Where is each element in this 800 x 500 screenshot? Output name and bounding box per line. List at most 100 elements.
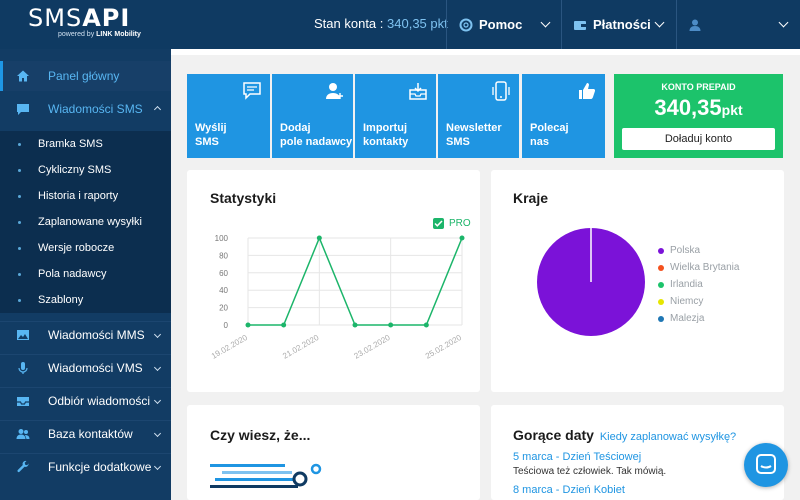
legend-item-ireland[interactable]: Irlandia: [658, 279, 703, 290]
hot-date-description: Teściowa też człowiek. Tak mówią.: [513, 466, 667, 477]
submenu-label: Zaplanowane wysyłki: [38, 216, 142, 228]
countries-title: Kraje: [513, 190, 549, 206]
sidebar-item-label: Funkcje dodatkowe: [48, 460, 152, 474]
tile-label: Polecaj nas: [530, 122, 569, 148]
tile-label: Newsletter SMS: [446, 122, 502, 148]
user-menu[interactable]: [688, 0, 708, 49]
phone-icon: [492, 81, 510, 101]
data-point[interactable]: [316, 235, 322, 241]
legend-label: Irlandia: [670, 279, 703, 290]
sidebar: Panel główny Wiadomości SMS Bramka SMS C…: [0, 49, 171, 500]
legend-item-uk[interactable]: Wielka Brytania: [658, 262, 739, 273]
payments-menu[interactable]: Płatności: [573, 0, 651, 49]
submenu-label: Cykliczny SMS: [38, 164, 112, 176]
sidebar-item-vms[interactable]: Wiadomości VMS: [0, 355, 171, 381]
tile-label: Dodaj pole nadawcy: [280, 122, 353, 148]
prepaid-amount: 340,35pkt: [654, 95, 743, 120]
legend-label: Niemcy: [670, 296, 704, 307]
chevron-down-icon[interactable]: [540, 17, 551, 28]
legend-item-germany[interactable]: Niemcy: [658, 296, 703, 307]
chevron-down-icon: [153, 330, 162, 339]
data-point[interactable]: [423, 322, 429, 328]
user-icon: [689, 19, 701, 31]
x-tick-label: 21.02.2020: [281, 333, 321, 361]
legend-dot-icon: [658, 298, 664, 305]
sidebar-item-label: Wiadomości MMS: [48, 328, 145, 342]
sidebar-item-extras[interactable]: Funkcje dodatkowe: [0, 454, 171, 480]
newsletter-tile[interactable]: Newsletter SMS: [438, 74, 519, 158]
tile-label: Wyślij SMS: [195, 122, 227, 148]
divider: [446, 0, 447, 49]
legend-item-malaysia[interactable]: Malezja: [658, 313, 704, 324]
submenu-item-sender-fields[interactable]: Pola nadawcy: [0, 261, 171, 287]
main-top-band: [171, 49, 800, 55]
data-point[interactable]: [388, 322, 394, 328]
data-point[interactable]: [245, 322, 251, 328]
sidebar-item-dashboard[interactable]: Panel główny: [0, 61, 171, 91]
legend-dot-icon: [658, 264, 664, 271]
bullet-icon: [18, 194, 21, 198]
chat-icon: [17, 104, 29, 115]
payments-label: Płatności: [593, 17, 651, 32]
recommend-tile[interactable]: Polecaj nas: [522, 74, 605, 158]
sidebar-item-sms[interactable]: Wiadomości SMS: [0, 95, 171, 123]
tips-title: Czy wiesz, że...: [210, 427, 311, 443]
submenu-item-history[interactable]: Historia i raporty: [0, 183, 171, 209]
submenu-item-templates[interactable]: Szablony: [0, 287, 171, 313]
stats-title: Statystyki: [210, 190, 277, 206]
top-up-button[interactable]: Doładuj konto: [622, 128, 775, 150]
import-icon: [409, 83, 427, 100]
submenu-item-drafts[interactable]: Wersje robocze: [0, 235, 171, 261]
data-point[interactable]: [459, 235, 465, 241]
legend-item-poland[interactable]: Polska: [658, 245, 700, 256]
submenu-label: Szablony: [38, 294, 84, 306]
live-chat-button[interactable]: [744, 443, 788, 487]
users-icon: [16, 429, 30, 439]
y-tick-label: 100: [215, 234, 229, 243]
logo-brand: SMSAPI: [28, 4, 131, 32]
help-menu[interactable]: Pomoc: [459, 0, 522, 49]
series-line-pro: [248, 236, 463, 326]
account-balance: Stan konta : 340,35 pkt: [314, 16, 448, 31]
add-sender-tile[interactable]: Dodaj pole nadawcy: [272, 74, 353, 158]
submenu-item-recurring[interactable]: Cykliczny SMS: [0, 157, 171, 183]
schedule-help-link[interactable]: Kiedy zaplanować wysyłkę?: [600, 431, 736, 443]
submenu-label: Historia i raporty: [38, 190, 119, 202]
y-tick-label: 40: [219, 286, 228, 295]
wrench-icon: [17, 460, 29, 473]
microphone-icon: [18, 362, 28, 374]
smsapi-logo[interactable]: SMSAPI powered by LINK Mobility: [28, 4, 141, 38]
sidebar-item-mms[interactable]: Wiadomości MMS: [0, 322, 171, 348]
tile-label: Importuj kontakty: [363, 122, 409, 148]
sidebar-item-contacts[interactable]: Baza kontaktów: [0, 421, 171, 447]
send-sms-tile[interactable]: Wyślij SMS: [187, 74, 270, 158]
hot-date-title[interactable]: 8 marca - Dzień Kobiet: [513, 484, 625, 496]
home-icon: [17, 70, 29, 82]
legend-label: Polska: [670, 245, 701, 256]
help-icon: [459, 18, 473, 31]
balance-value: 340,35 pkt: [387, 16, 448, 31]
sidebar-item-inbox[interactable]: Odbiór wiadomości: [0, 388, 171, 414]
wallet-icon: [574, 20, 586, 30]
legend-dot-icon: [658, 247, 664, 254]
data-point[interactable]: [352, 322, 358, 328]
tips-illustration: [210, 463, 322, 488]
legend-label: Malezja: [670, 313, 705, 324]
y-tick-label: 20: [219, 304, 228, 313]
data-point[interactable]: [281, 322, 287, 328]
y-tick-label: 0: [224, 321, 229, 330]
chevron-down-icon: [153, 429, 162, 438]
submenu-item-gateway[interactable]: Bramka SMS: [0, 131, 171, 157]
import-contacts-tile[interactable]: Importuj kontakty: [355, 74, 436, 158]
chevron-up-icon: [153, 105, 162, 114]
submenu-item-scheduled[interactable]: Zaplanowane wysyłki: [0, 209, 171, 235]
y-tick-label: 60: [219, 269, 228, 278]
chevron-down-icon[interactable]: [778, 17, 789, 28]
hot-dates-title: Gorące daty Kiedy zaplanować wysyłkę?: [513, 427, 737, 443]
chevron-down-icon: [153, 396, 162, 405]
x-tick-label: 23.02.2020: [352, 333, 392, 361]
chevron-down-icon[interactable]: [654, 17, 665, 28]
sidebar-item-label: Baza kontaktów: [48, 427, 133, 441]
hot-date-title[interactable]: 5 marca - Dzień Teściowej: [513, 451, 641, 463]
prepaid-card: KONTO PREPAID 340,35pkt Doładuj konto: [614, 74, 783, 158]
